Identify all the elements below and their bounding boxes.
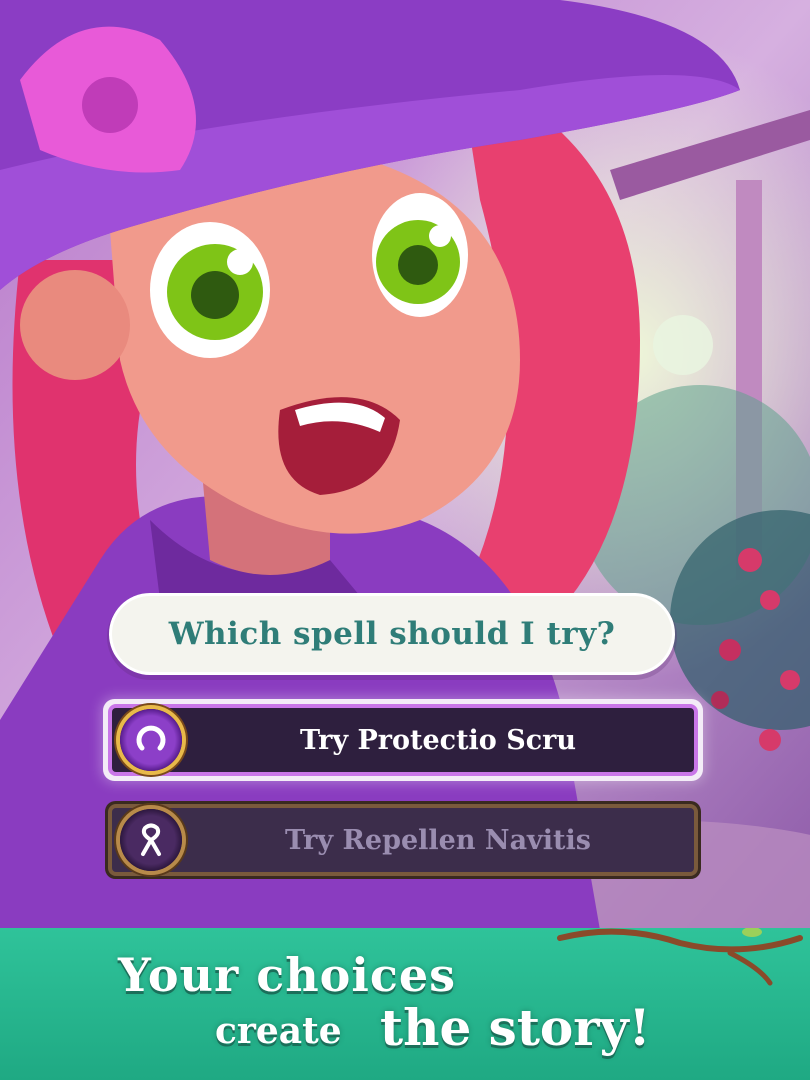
tagline-line-2-story: the story! [380, 998, 651, 1057]
choice-button-protectio-scru[interactable]: Try Protectio Scru [112, 708, 694, 772]
choice-label: Try Protectio Scru [300, 724, 576, 756]
spell-ring-icon [120, 709, 182, 771]
choice-button-repellen-navitis[interactable]: Try Repellen Navitis [112, 808, 694, 872]
spell-ribbon-icon [120, 809, 182, 871]
tagline-line-1: Your choices [118, 948, 456, 1002]
choice-label: Try Repellen Navitis [285, 824, 591, 856]
tagline-line-2-create: create [215, 1010, 342, 1052]
question-text: Which spell should I try? [168, 616, 616, 652]
question-speech-bubble: Which spell should I try? [112, 596, 672, 672]
story-scene [0, 0, 810, 930]
witch-character-illustration [0, 0, 810, 930]
